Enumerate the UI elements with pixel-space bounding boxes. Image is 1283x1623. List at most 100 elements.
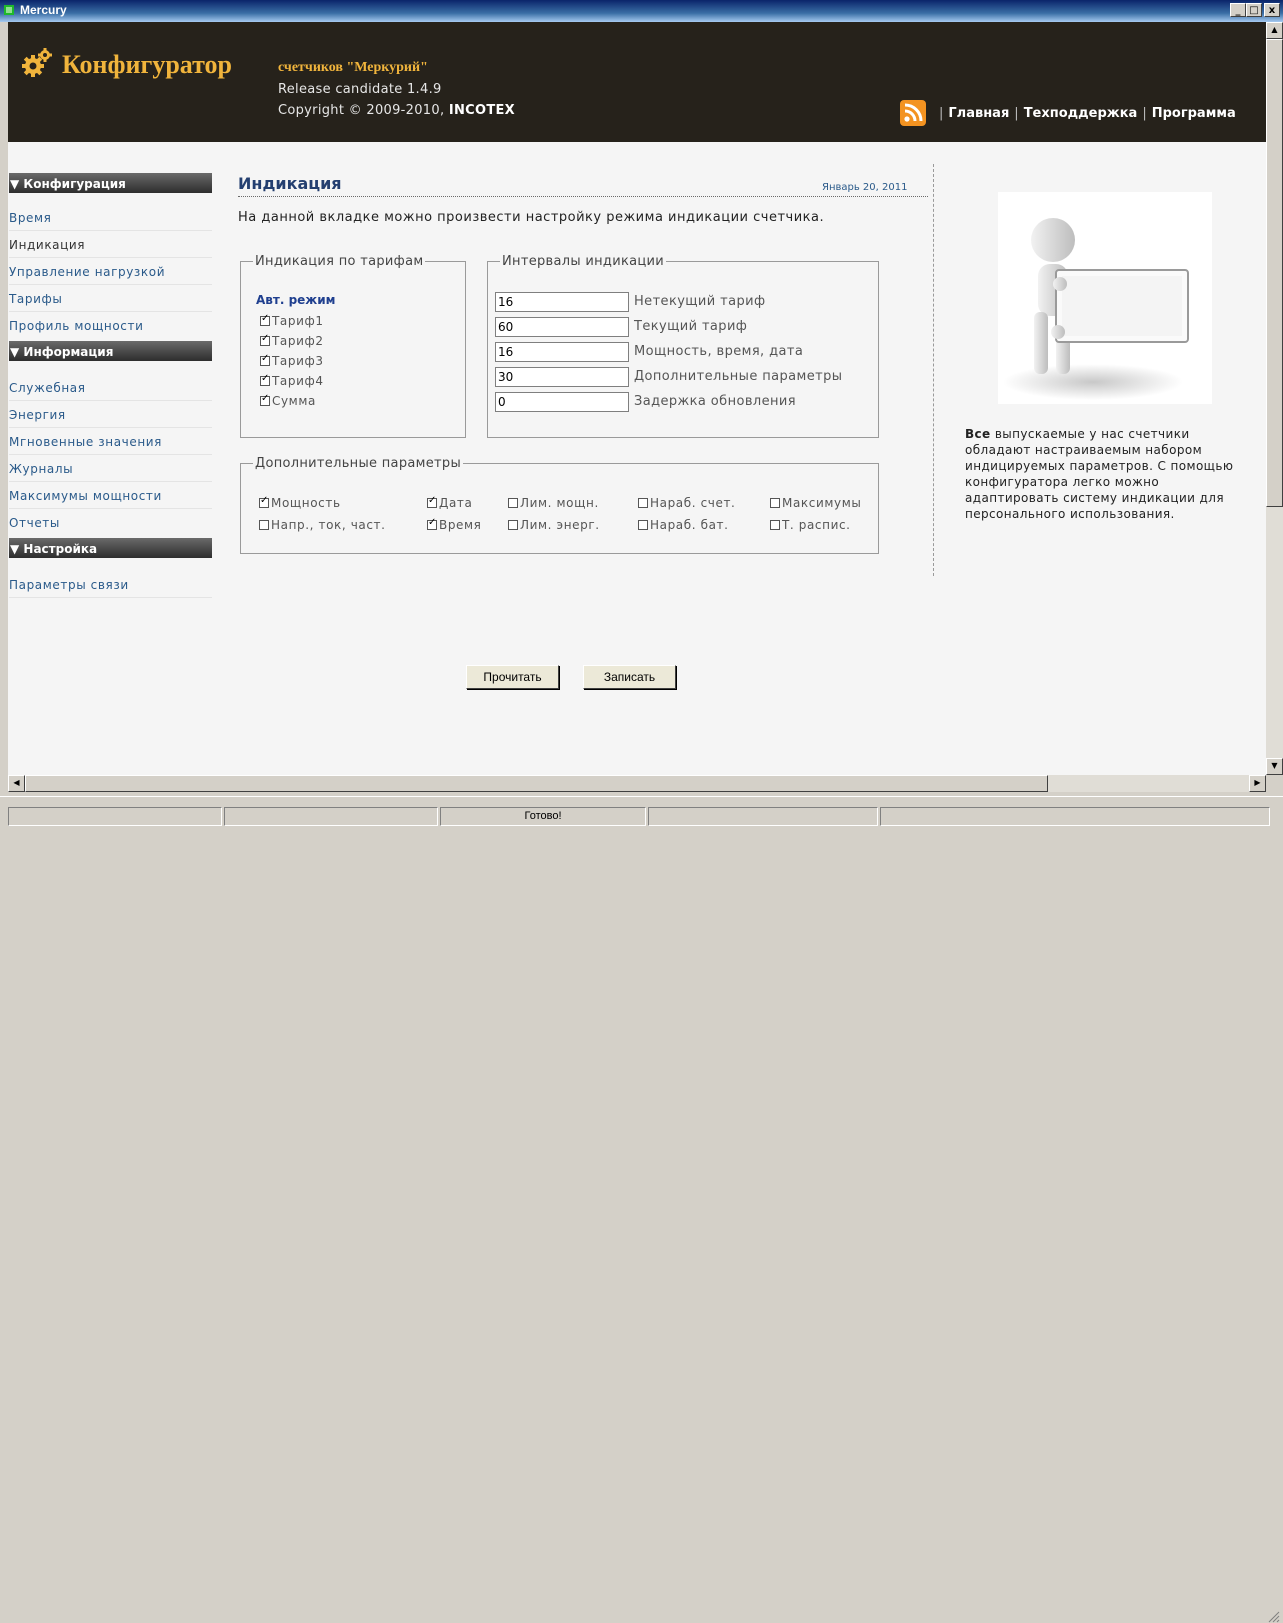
nav-home-link[interactable]: Главная xyxy=(948,106,1009,121)
inactive-tariff-interval-input[interactable] xyxy=(495,292,629,312)
time-checkbox[interactable]: Время xyxy=(427,517,482,532)
battery-runtime-checkbox[interactable]: Нараб. бат. xyxy=(638,518,729,532)
sidebar-item-service[interactable]: Служебная xyxy=(9,376,212,401)
page-title: Индикация xyxy=(238,174,342,193)
scroll-left-button[interactable]: ◀ xyxy=(8,775,25,792)
extra-params-interval-input[interactable] xyxy=(495,367,629,387)
read-button[interactable]: Прочитать xyxy=(466,665,559,689)
checkbox-label: Лим. энерг. xyxy=(520,518,600,532)
scroll-up-button[interactable]: ▲ xyxy=(1266,22,1283,39)
checkbox-box[interactable] xyxy=(638,498,648,508)
close-button[interactable]: x xyxy=(1264,3,1280,17)
copyright-text: Copyright © 2009-2010, INCOTEX xyxy=(278,103,515,118)
auto-mode-label: Авт. режим xyxy=(256,293,336,307)
sidebar-section-information[interactable]: ▼ Информация xyxy=(9,338,212,361)
nav-support-link[interactable]: Техподдержка xyxy=(1024,106,1138,121)
checkbox-label: Нараб. бат. xyxy=(650,518,729,532)
sidebar-item-power-maximums[interactable]: Максимумы мощности xyxy=(9,484,212,509)
sidebar-section-configuration[interactable]: ▼ Конфигурация xyxy=(9,170,212,193)
date-checkbox[interactable]: Дата xyxy=(427,495,472,510)
sidebar-section-settings[interactable]: ▼ Настройка xyxy=(9,535,212,558)
checkbox-box[interactable] xyxy=(260,313,270,326)
refresh-delay-label: Задержка обновления xyxy=(634,394,796,409)
sidebar-item-logs[interactable]: Журналы xyxy=(9,457,212,482)
power-time-date-interval-input[interactable] xyxy=(495,342,629,362)
checkbox-box[interactable] xyxy=(427,495,437,508)
refresh-delay-input[interactable] xyxy=(495,392,629,412)
sidebar-item-indication[interactable]: Индикация xyxy=(9,233,212,258)
horizontal-scrollbar[interactable]: ◀ ▶ xyxy=(8,775,1266,792)
aside-body: выпускаемые у нас счетчики обладают наст… xyxy=(965,427,1234,521)
write-button[interactable]: Записать xyxy=(583,665,676,689)
title-divider xyxy=(238,196,928,197)
sidebar-item-load-control[interactable]: Управление нагрузкой xyxy=(9,260,212,285)
top-navigation: | Главная | Техподдержка | Программа xyxy=(934,106,1236,121)
page-description: На данной вкладке можно произвести настр… xyxy=(238,210,825,225)
schedule-checkbox[interactable]: Т. распис. xyxy=(770,518,851,532)
sidebar-item-energy[interactable]: Энергия xyxy=(9,403,212,428)
checkbox-box[interactable] xyxy=(770,520,780,530)
window-title: Mercury xyxy=(20,3,67,17)
aside-text: Все выпускаемые у нас счетчики обладают … xyxy=(965,426,1255,522)
rss-icon[interactable] xyxy=(900,100,926,126)
sidebar-item-instant-values[interactable]: Мгновенные значения xyxy=(9,430,212,455)
checkbox-label: Максимумы xyxy=(782,496,862,510)
checkbox-box[interactable] xyxy=(508,520,518,530)
status-pane xyxy=(8,807,222,826)
sum-checkbox[interactable]: Сумма xyxy=(260,393,316,408)
checkbox-label: Тариф1 xyxy=(272,314,324,328)
power-limit-checkbox[interactable]: Лим. мощн. xyxy=(508,496,599,510)
scrollbar-corner xyxy=(1266,775,1283,792)
horizontal-scroll-thumb[interactable] xyxy=(25,775,1048,792)
checkbox-box[interactable] xyxy=(259,520,269,530)
current-tariff-interval-input[interactable] xyxy=(495,317,629,337)
nav-separator: | xyxy=(939,106,944,121)
sidebar-item-reports[interactable]: Отчеты xyxy=(9,511,212,536)
tariff-indication-legend: Индикация по тарифам xyxy=(255,254,424,269)
checkbox-label: Нараб. счет. xyxy=(650,496,736,510)
minimize-button[interactable]: _ xyxy=(1230,3,1246,17)
aside-bold: Все xyxy=(965,427,991,441)
current-tariff-label: Текущий тариф xyxy=(634,319,748,334)
tariff3-checkbox[interactable]: Тариф3 xyxy=(260,353,324,368)
tariff2-checkbox[interactable]: Тариф2 xyxy=(260,333,324,348)
tariff1-checkbox[interactable]: Тариф1 xyxy=(260,313,324,328)
checkbox-label: Сумма xyxy=(272,394,316,408)
checkbox-box[interactable] xyxy=(508,498,518,508)
sidebar-item-power-profile[interactable]: Профиль мощности xyxy=(9,314,212,339)
checkbox-box[interactable] xyxy=(260,353,270,366)
checkbox-label: Напр., ток, част. xyxy=(271,518,386,532)
status-bar: Готово! xyxy=(0,796,1283,1623)
power-checkbox[interactable]: Мощность xyxy=(259,495,341,510)
sidebar-item-time[interactable]: Время xyxy=(9,206,212,231)
checkbox-label: Лим. мощн. xyxy=(520,496,599,510)
checkbox-label: Тариф3 xyxy=(272,354,324,368)
checkbox-box[interactable] xyxy=(770,498,780,508)
maximize-button[interactable]: □ xyxy=(1246,3,1262,17)
sidebar-item-connection-params[interactable]: Параметры связи xyxy=(9,573,212,598)
company-name: INCOTEX xyxy=(448,103,515,118)
nav-program-link[interactable]: Программа xyxy=(1152,106,1236,121)
vertical-scrollbar[interactable]: ▲ ▼ xyxy=(1266,22,1283,775)
maximums-checkbox[interactable]: Максимумы xyxy=(770,496,861,510)
brand-subtitle: счетчиков "Меркурий" xyxy=(278,60,428,75)
voltage-current-freq-checkbox[interactable]: Напр., ток, част. xyxy=(259,518,386,532)
vertical-scroll-thumb[interactable] xyxy=(1266,39,1283,507)
scroll-right-button[interactable]: ▶ xyxy=(1249,775,1266,792)
indication-intervals-legend: Интервалы индикации xyxy=(502,254,665,269)
energy-limit-checkbox[interactable]: Лим. энерг. xyxy=(508,518,600,532)
checkbox-box[interactable] xyxy=(260,373,270,386)
checkbox-box[interactable] xyxy=(260,393,270,406)
status-pane xyxy=(880,807,1270,826)
sidebar-item-tariffs[interactable]: Тарифы xyxy=(9,287,212,312)
tariff4-checkbox[interactable]: Тариф4 xyxy=(260,373,324,388)
checkbox-box[interactable] xyxy=(638,520,648,530)
scroll-down-button[interactable]: ▼ xyxy=(1266,758,1283,775)
checkbox-box[interactable] xyxy=(259,495,269,508)
page-date: Январь 20, 2011 xyxy=(822,182,908,193)
meter-runtime-checkbox[interactable]: Нараб. счет. xyxy=(638,496,735,510)
resize-grip-icon[interactable] xyxy=(1268,1611,1280,1623)
checkbox-box[interactable] xyxy=(260,333,270,346)
checkbox-label: Время xyxy=(439,518,482,532)
checkbox-box[interactable] xyxy=(427,517,437,530)
